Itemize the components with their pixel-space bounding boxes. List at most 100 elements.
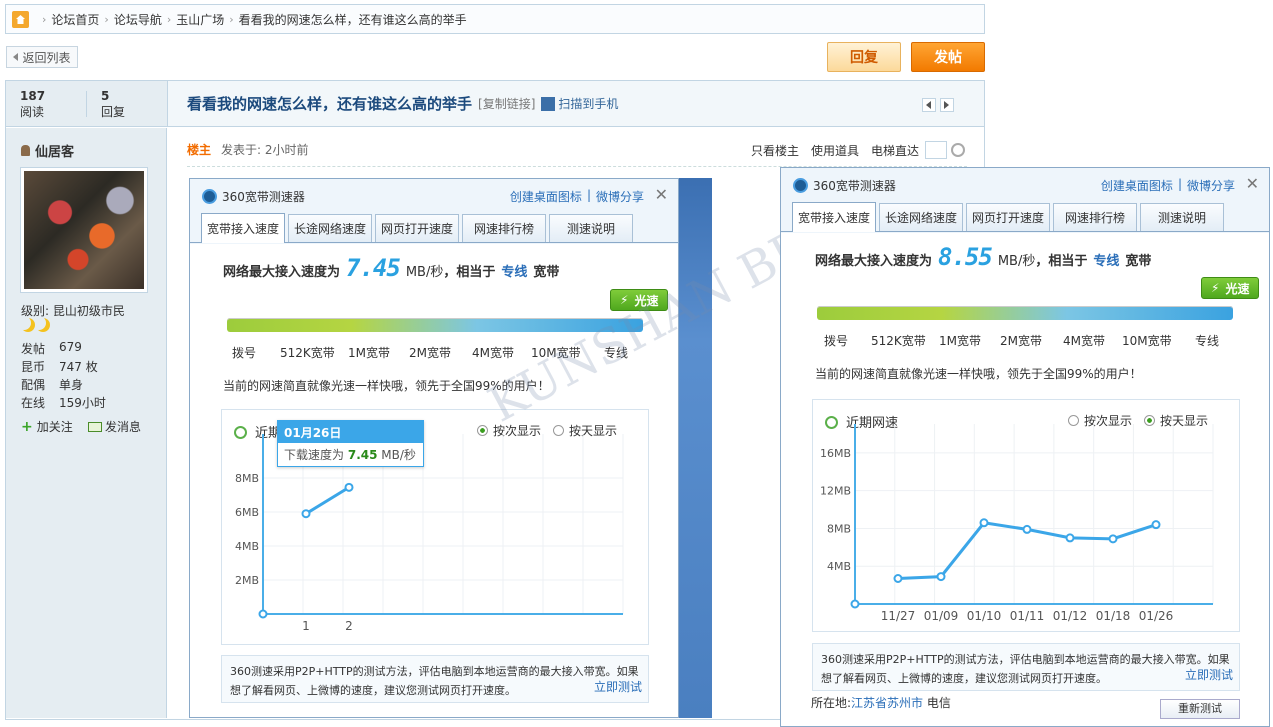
home-icon[interactable]	[12, 10, 29, 28]
scale-label: 4M宽带	[472, 346, 514, 360]
speed-value: 7.45	[346, 254, 401, 282]
y-tick-label: 4MB	[827, 560, 851, 573]
speed-unit: MB/秒	[997, 254, 1036, 269]
x-tick-label: 11/27	[881, 609, 916, 623]
tooltip-date: 01月26日	[278, 421, 423, 443]
reply-button[interactable]: 回复	[827, 42, 901, 72]
tooltip-unit: MB/秒	[381, 448, 416, 462]
weibo-share-link[interactable]: 微博分享	[596, 188, 644, 205]
follow-button[interactable]: + 加关注	[21, 418, 73, 435]
user-stat-value: 747 枚	[59, 360, 98, 374]
y-tick-label: 2MB	[235, 574, 259, 587]
replies-stat: 5 回复	[87, 88, 167, 120]
y-tick-label: 8MB	[827, 522, 851, 535]
location-label: 所在地:	[811, 696, 852, 710]
speed-mid: ，相当于	[1035, 254, 1088, 269]
speed-result: 网络最大接入速度为 7.45 MB/秒 ，相当于 专线 宽带	[223, 254, 559, 282]
post-time: 发表于: 2小时前	[221, 143, 309, 157]
tester-logo-icon	[793, 177, 808, 193]
tab-test-info[interactable]: 测速说明	[549, 214, 633, 242]
breadcrumb-separator: ›	[229, 12, 234, 26]
scale-label: 10M宽带	[1122, 334, 1172, 348]
thread-stats: 187 阅读 5 回复	[6, 81, 167, 127]
user-level: 级别: 昆山初级市民	[21, 304, 125, 318]
tester-tabs: 宽带接入速度 长途网络速度 网页打开速度 网速排行榜 测速说明	[190, 213, 678, 243]
scale-label: 1M宽带	[939, 334, 981, 348]
test-now-link[interactable]: 立即测试	[594, 678, 642, 697]
views-stat: 187 阅读	[6, 88, 86, 120]
back-to-list-button[interactable]: 返回列表	[6, 46, 78, 68]
y-tick-label: 12MB	[820, 485, 851, 498]
info-text: 360测速采用P2P+HTTP的测试方法，评估电脑到本地运营商的最大接入带宽。如…	[821, 653, 1230, 685]
x-tick-label: 01/10	[967, 609, 1002, 623]
speed-tester-window-2: 360宽带测速器 创建桌面图标 | 微博分享 ✕ 宽带接入速度 长途网络速度 网页打…	[780, 167, 1270, 727]
tooltip-prefix: 下载速度为	[284, 448, 345, 462]
tester-header: 360宽带测速器 创建桌面图标 | 微博分享 ✕	[781, 168, 1269, 202]
tab-broadband-speed[interactable]: 宽带接入速度	[201, 213, 285, 243]
tab-webpage-speed[interactable]: 网页打开速度	[966, 203, 1050, 231]
views-count: 187	[20, 88, 46, 103]
tab-test-info[interactable]: 测速说明	[1140, 203, 1224, 231]
use-prop-link[interactable]: 使用道具	[811, 142, 859, 159]
breadcrumb-current-thread: 看看我的网速怎么样，还有谁这么高的举手	[238, 12, 467, 27]
tab-long-distance[interactable]: 长途网络速度	[879, 203, 963, 231]
jump-floor-label: 电梯直达	[871, 143, 920, 158]
breadcrumb-separator: ›	[104, 12, 109, 26]
user-stat-key: 配偶	[21, 378, 46, 392]
test-now-link[interactable]: 立即测试	[1185, 666, 1233, 685]
data-point	[1108, 534, 1118, 544]
close-icon[interactable]: ✕	[655, 185, 668, 204]
tab-webpage-speed[interactable]: 网页打开速度	[375, 214, 459, 242]
tester-app-name: 360宽带测速器	[222, 189, 305, 204]
breadcrumb-forum-home[interactable]: 论坛首页	[51, 11, 99, 28]
thread-nav-arrows	[922, 98, 954, 112]
x-tick-label: 01/26	[1139, 609, 1174, 623]
breadcrumb-separator: ›	[166, 12, 172, 26]
next-thread-icon[interactable]	[940, 98, 954, 112]
speed-mid: ，相当于	[443, 265, 496, 280]
jump-icon[interactable]	[951, 143, 966, 157]
breadcrumb-yushan-square[interactable]: 玉山广场	[176, 11, 224, 28]
lightning-icon: ⚡	[1211, 281, 1220, 295]
tab-speed-ranking[interactable]: 网速排行榜	[462, 214, 546, 242]
speed-result: 网络最大接入速度为 8.55 MB/秒 ，相当于 专线 宽带	[815, 243, 1151, 271]
tester-app-name: 360宽带测速器	[813, 178, 896, 193]
tab-speed-ranking[interactable]: 网速排行榜	[1053, 203, 1137, 231]
close-icon[interactable]: ✕	[1246, 174, 1259, 193]
create-shortcut-link[interactable]: 创建桌面图标	[510, 188, 582, 205]
x-tick-label: 2	[345, 619, 353, 633]
tester-header: 360宽带测速器 创建桌面图标 | 微博分享 ✕	[190, 179, 678, 213]
weibo-share-link[interactable]: 微博分享	[1187, 177, 1235, 194]
data-point	[936, 572, 946, 582]
avatar[interactable]	[20, 167, 148, 293]
scale-label: 拨号	[232, 346, 257, 360]
scale-label: 2M宽带	[409, 346, 451, 360]
location-isp: 电信	[926, 696, 951, 710]
user-icon	[21, 145, 30, 156]
speed-value: 8.55	[938, 243, 993, 271]
only-op-link[interactable]: 只看楼主	[751, 142, 799, 159]
copy-link-button[interactable]: [复制链接]	[478, 95, 535, 112]
tab-long-distance[interactable]: 长途网络速度	[288, 214, 372, 242]
x-tick-label: 01/12	[1053, 609, 1088, 623]
tab-broadband-speed[interactable]: 宽带接入速度	[792, 202, 876, 232]
send-message-button[interactable]: 发消息	[88, 418, 141, 435]
speed-prefix: 网络最大接入速度为	[223, 265, 341, 280]
data-point	[1022, 524, 1032, 534]
scan-to-phone-link[interactable]: 扫描到手机	[558, 95, 618, 112]
location-place[interactable]: 江苏省苏州市	[851, 696, 923, 710]
speed-type: 专线	[501, 265, 528, 280]
create-shortcut-link[interactable]: 创建桌面图标	[1101, 177, 1173, 194]
retest-button[interactable]: 重新测试	[1160, 699, 1240, 719]
tester-logo-icon	[202, 188, 217, 204]
speed-unit: MB/秒	[405, 265, 444, 280]
floor-number-input[interactable]	[925, 141, 948, 159]
username-text[interactable]: 仙居客	[35, 141, 74, 160]
scale-label: 512K宽带	[280, 346, 335, 360]
user-stat-value[interactable]: 679	[59, 340, 82, 357]
qr-code-icon[interactable]	[541, 96, 556, 111]
breadcrumb-forum-nav[interactable]: 论坛导航	[114, 11, 162, 28]
new-post-button[interactable]: 发帖	[911, 42, 985, 72]
prev-thread-icon[interactable]	[922, 98, 936, 112]
username[interactable]: 仙居客	[21, 141, 74, 160]
